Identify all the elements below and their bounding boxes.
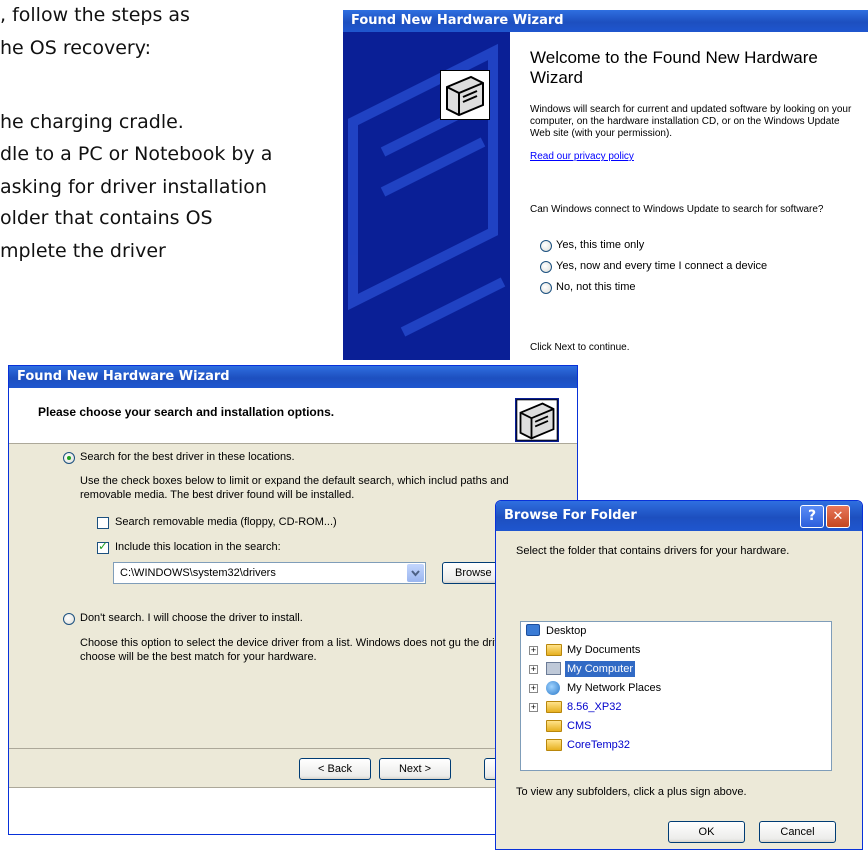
divider (9, 748, 577, 749)
folder-icon (546, 644, 562, 656)
search-wizard-titlebar[interactable]: Found New Hardware Wizard (9, 366, 577, 388)
cancel-button[interactable]: Cancel (759, 821, 836, 843)
hardware-icon (440, 70, 490, 120)
continue-instruction: Click Next to continue. (530, 342, 630, 353)
privacy-policy-link[interactable]: Read our privacy policy (530, 151, 634, 162)
dont-search-label: Don't search. I will choose the driver t… (80, 612, 303, 624)
radio-yes-always-label: Yes, now and every time I connect a devi… (556, 260, 768, 272)
radio-yes-always[interactable] (540, 261, 552, 273)
welcome-wizard-window: Found New Hardware Wizard Welcome to the… (343, 10, 868, 360)
network-globe-icon (546, 681, 560, 695)
checkbox-include-location[interactable] (97, 539, 109, 554)
tree-item-label: My Computer (565, 661, 636, 677)
radio-yes-once-label: Yes, this time only (556, 239, 645, 251)
folder-icon (546, 739, 562, 751)
radio-search-best-driver[interactable] (63, 452, 75, 464)
search-wizard-header: Please choose your search and installati… (9, 388, 577, 444)
search-best-driver-label: Search for the best driver in these loca… (80, 451, 295, 463)
search-options-heading: Please choose your search and installati… (38, 405, 335, 419)
instruction-line: he charging cradle. (0, 111, 184, 133)
back-button[interactable]: < Back (299, 758, 371, 780)
folder-tree[interactable]: Desktop + My Documents + My Computer + M… (520, 621, 832, 771)
update-question-text: Can Windows connect to Windows Update to… (530, 204, 824, 215)
checkbox-removable-media[interactable] (97, 517, 109, 529)
help-button[interactable]: ? (800, 505, 824, 528)
location-path-value: C:\WINDOWS\system32\drivers (120, 567, 276, 579)
removable-media-label: Search removable media (floppy, CD-ROM..… (115, 516, 337, 528)
ok-button[interactable]: OK (668, 821, 745, 843)
dont-search-description: Choose this option to select the device … (80, 637, 531, 663)
window-bottom-area (9, 787, 577, 834)
chevron-down-icon[interactable] (407, 564, 424, 582)
wizard-side-panel (343, 32, 510, 360)
next-button[interactable]: Next > (379, 758, 451, 780)
folder-icon (546, 720, 562, 732)
expand-plus-icon[interactable]: + (529, 703, 538, 712)
include-location-label: Include this location in the search: (115, 541, 281, 553)
instruction-line: mplete the driver (0, 240, 166, 262)
computer-icon (546, 662, 561, 675)
hardware-icon (515, 398, 559, 442)
location-path-combobox[interactable]: C:\WINDOWS\system32\drivers (113, 562, 426, 584)
browse-dialog-title: Browse For Folder (504, 508, 637, 523)
folder-icon (546, 701, 562, 713)
instruction-line: dle to a PC or Notebook by a (0, 143, 273, 165)
tree-item-label: CoreTemp32 (567, 739, 630, 751)
tree-item-label: My Network Places (567, 682, 662, 694)
welcome-content-panel: Welcome to the Found New Hardware Wizard… (510, 32, 868, 360)
welcome-wizard-titlebar[interactable]: Found New Hardware Wizard (343, 10, 868, 32)
instruction-line: , follow the steps as (0, 4, 190, 26)
radio-no-label: No, not this time (556, 281, 636, 293)
subfolder-hint: To view any subfolders, click a plus sig… (516, 786, 747, 798)
expand-plus-icon[interactable]: + (529, 646, 538, 655)
welcome-intro-text: Windows will search for current and upda… (530, 104, 852, 139)
radio-dont-search[interactable] (63, 613, 75, 625)
close-button[interactable]: ✕ (826, 505, 850, 528)
expand-plus-icon[interactable]: + (529, 665, 538, 674)
radio-no[interactable] (540, 282, 552, 294)
welcome-heading: Welcome to the Found New Hardware Wizard (530, 48, 818, 87)
desktop-icon (526, 624, 540, 636)
tree-item-label: Desktop (546, 625, 587, 637)
instruction-line: asking for driver installation (0, 176, 267, 198)
tree-item-label: 8.56_XP32 (567, 701, 622, 713)
tree-item-label: CMS (567, 720, 592, 732)
search-options-wizard-window: Found New Hardware Wizard Please choose … (8, 365, 578, 835)
instruction-line: older that contains OS (0, 207, 213, 229)
browse-prompt-text: Select the folder that contains drivers … (516, 545, 790, 557)
search-description-text: Use the check boxes below to limit or ex… (80, 475, 509, 501)
browse-for-folder-dialog: Browse For Folder ? ✕ Select the folder … (495, 500, 863, 850)
expand-plus-icon[interactable]: + (529, 684, 538, 693)
radio-yes-once[interactable] (540, 240, 552, 252)
tree-item-label: My Documents (567, 644, 641, 656)
instruction-line: he OS recovery: (0, 37, 151, 59)
